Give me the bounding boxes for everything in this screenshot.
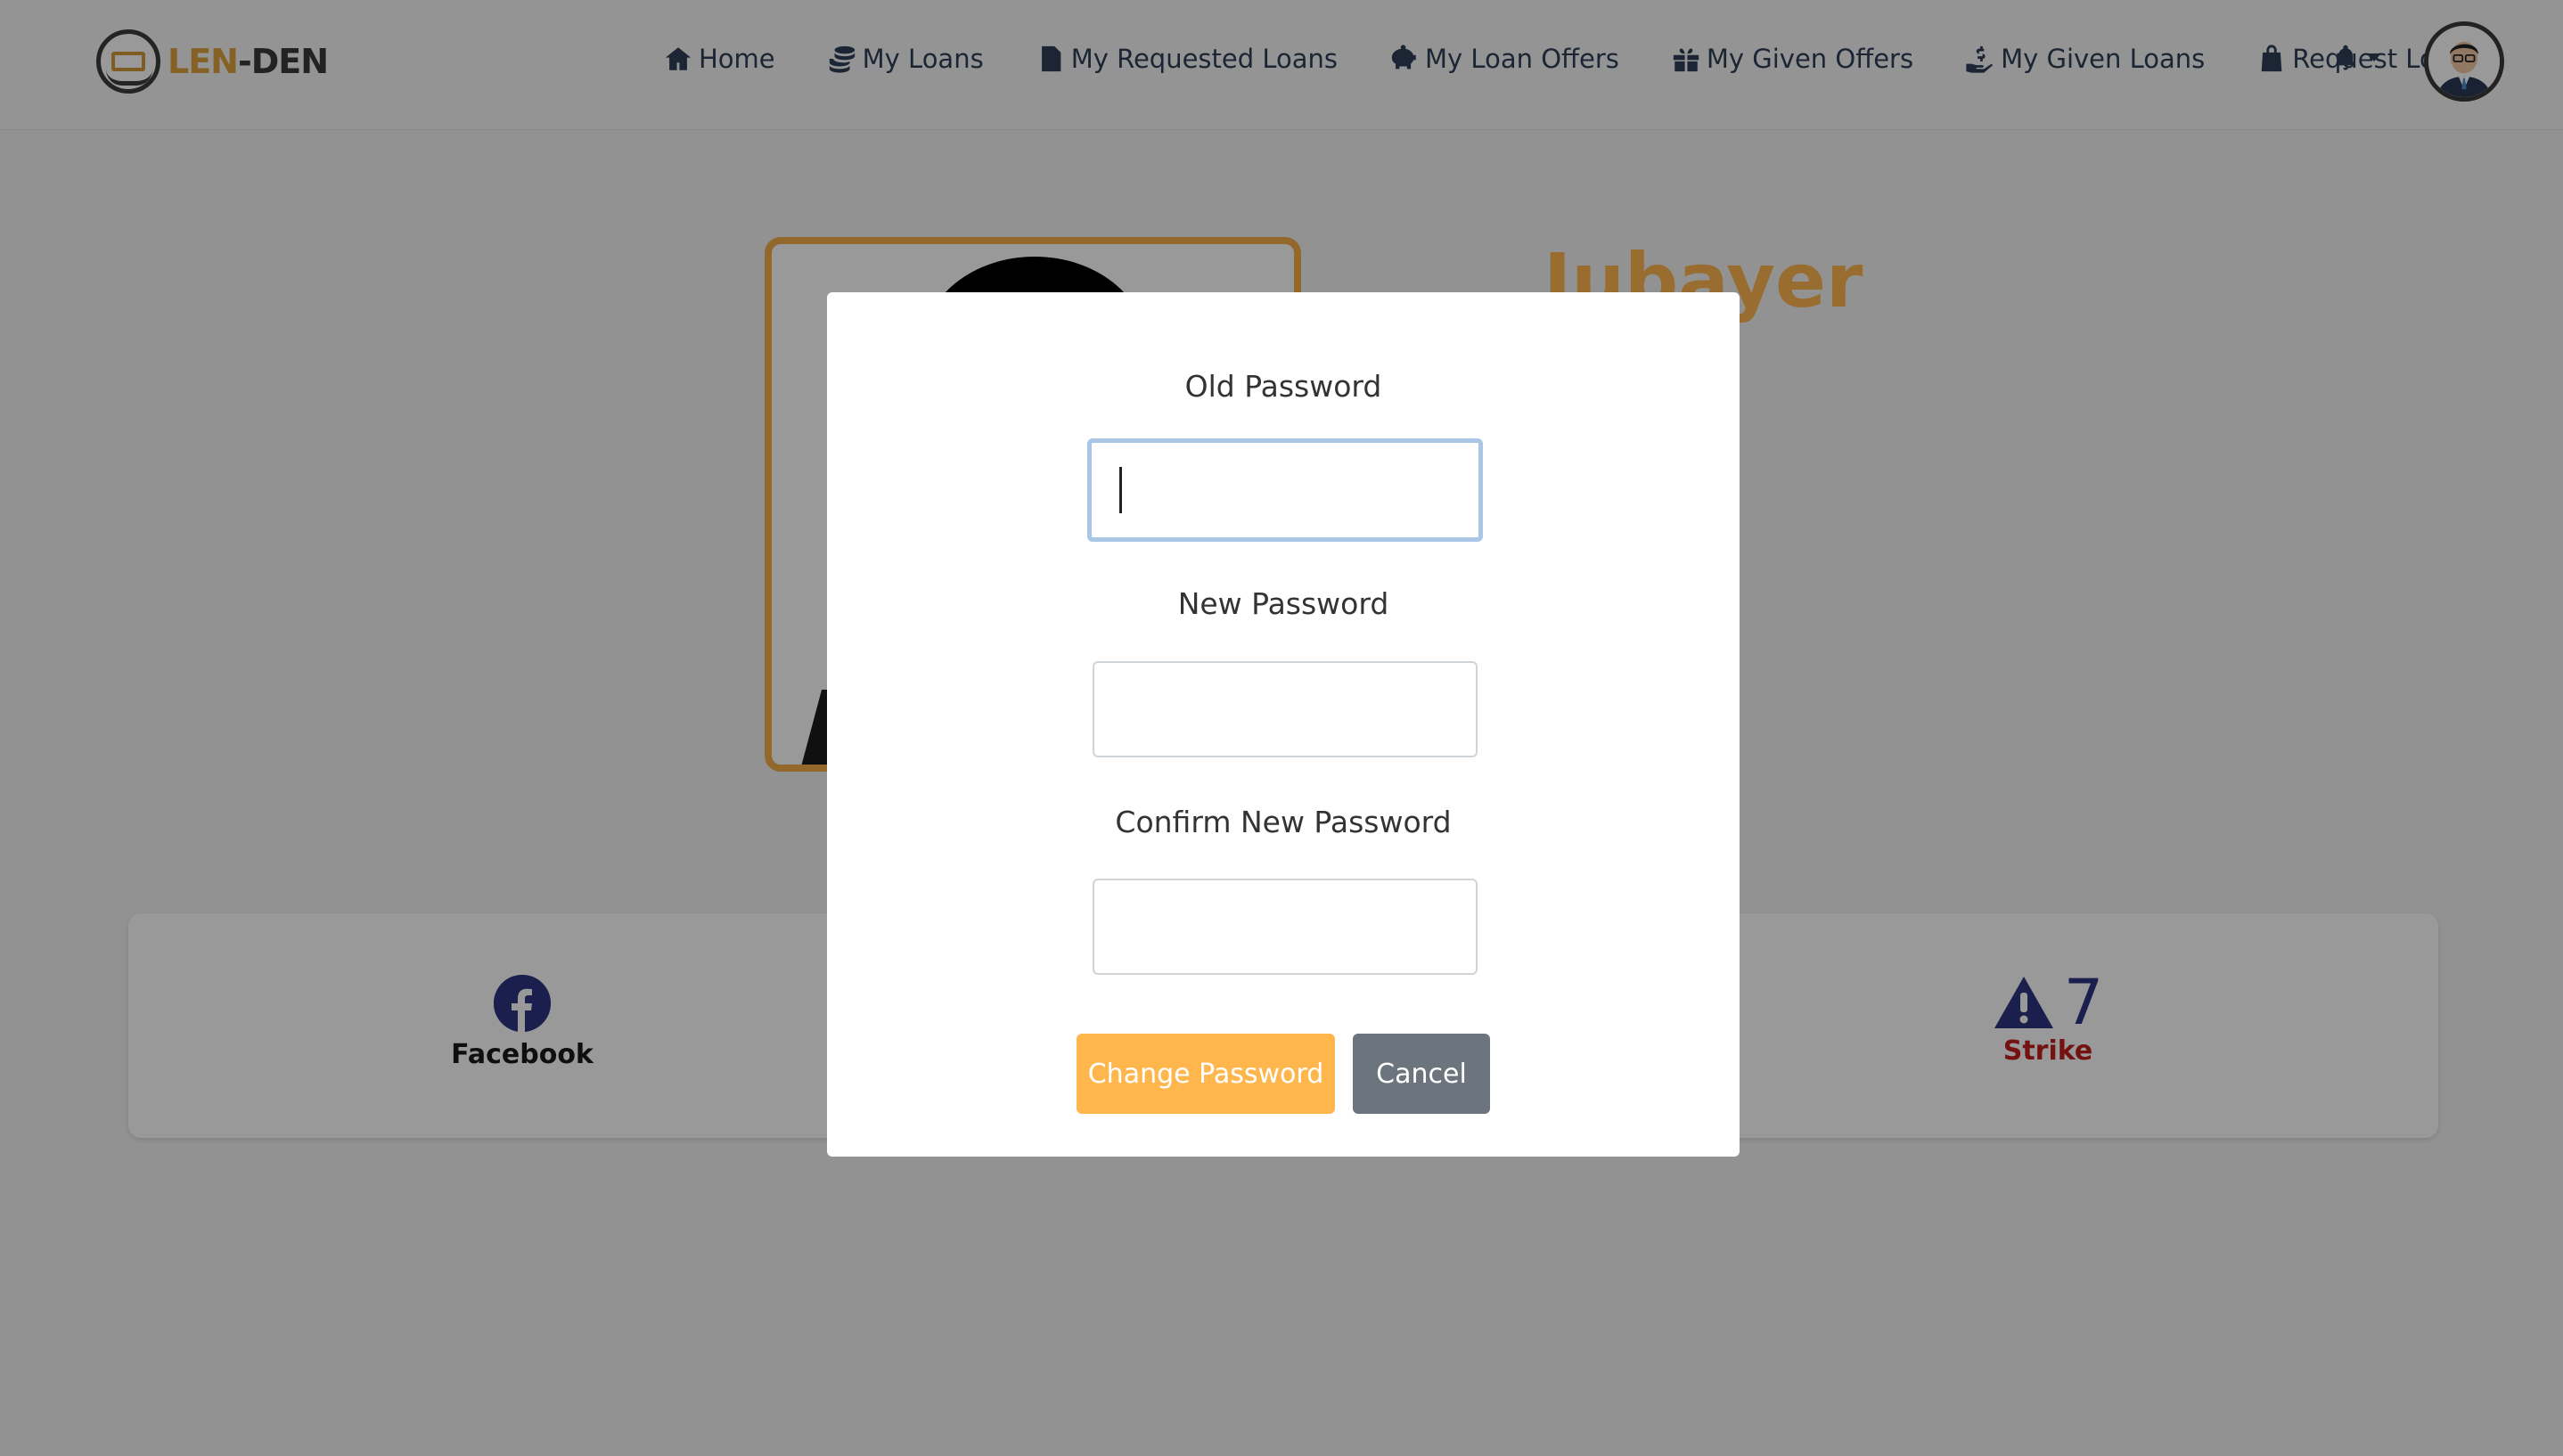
change-password-modal: Old Password New Password Confirm New Pa… [827, 292, 1740, 1157]
cancel-button[interactable]: Cancel [1353, 1034, 1490, 1114]
change-password-button[interactable]: Change Password [1077, 1034, 1335, 1114]
confirm-password-label: Confirm New Password [1115, 805, 1452, 839]
old-password-label: Old Password [1184, 369, 1382, 404]
text-cursor [1119, 467, 1122, 513]
new-password-label: New Password [1177, 586, 1389, 621]
old-password-input[interactable] [1087, 438, 1483, 542]
new-password-input[interactable] [1093, 661, 1478, 757]
confirm-password-input[interactable] [1093, 879, 1478, 975]
